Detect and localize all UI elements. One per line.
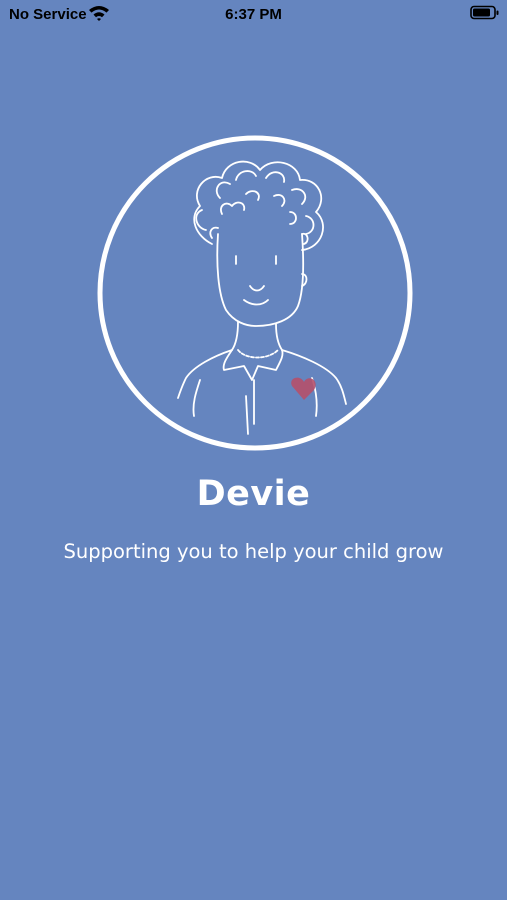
status-bar: No Service 6:37 PM bbox=[0, 0, 507, 30]
app-title: Devie bbox=[196, 474, 311, 514]
app-tagline: Supporting you to help your child grow bbox=[63, 540, 444, 563]
person-avatar-illustration bbox=[96, 134, 414, 456]
splash-screen: No Service 6:37 PM Devie Supporting you … bbox=[0, 0, 507, 900]
clock: 6:37 PM bbox=[225, 6, 282, 23]
battery-icon bbox=[470, 5, 500, 26]
